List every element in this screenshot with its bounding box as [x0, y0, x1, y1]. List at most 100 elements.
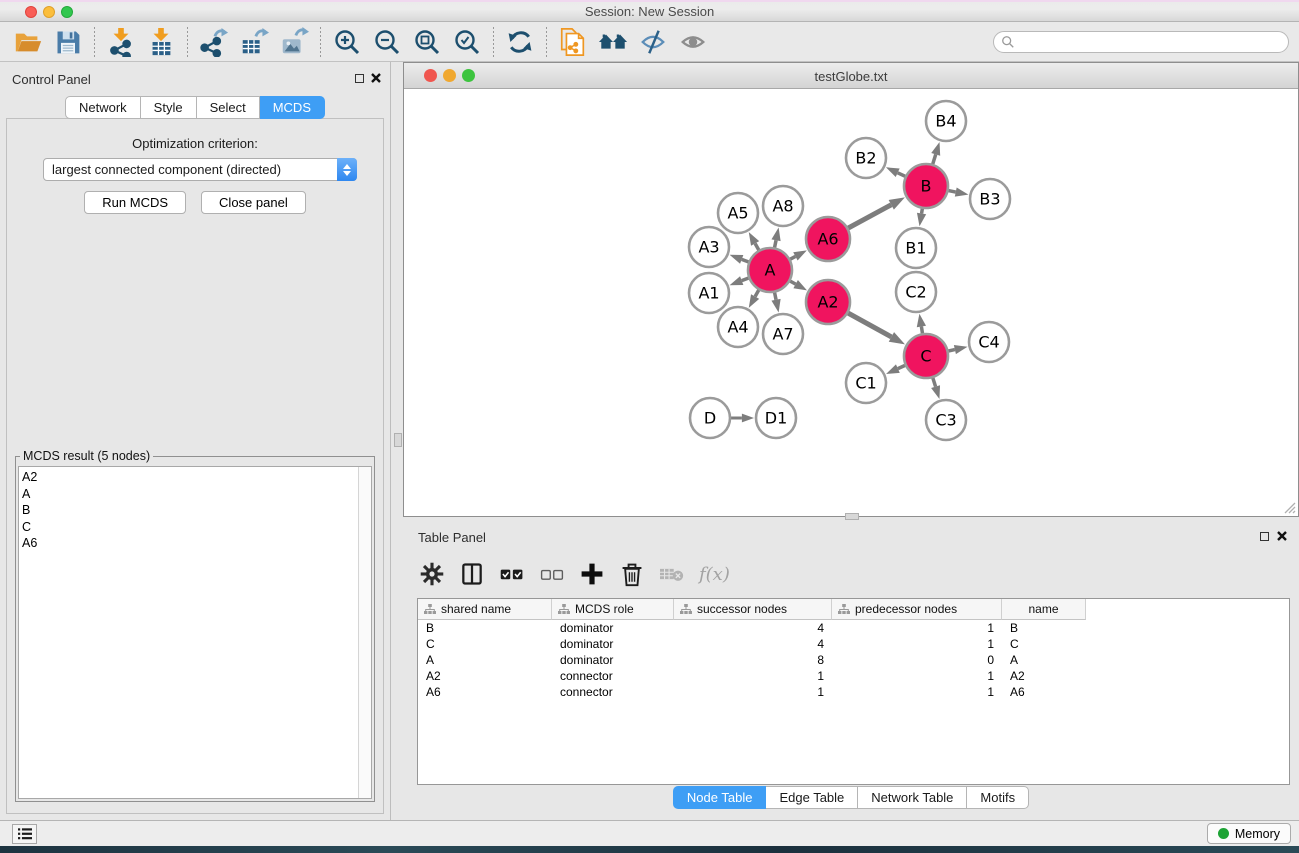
table-cell[interactable]: 1 — [674, 684, 832, 700]
table-cell[interactable]: dominator — [552, 620, 674, 636]
selected-option: largest connected component (directed) — [44, 162, 337, 177]
save-session-icon[interactable] — [48, 24, 88, 60]
tab-network[interactable]: Network — [65, 96, 141, 119]
table-cell[interactable]: A — [1002, 652, 1086, 668]
column-header-label: MCDS role — [575, 602, 634, 616]
tab-style[interactable]: Style — [141, 96, 197, 119]
split-divider-grip[interactable] — [394, 433, 402, 447]
zoom-in-icon[interactable] — [327, 24, 367, 60]
scrollbar[interactable] — [358, 467, 371, 798]
mcds-result-list[interactable]: A2ABCA6 — [18, 466, 372, 799]
run-mcds-button[interactable]: Run MCDS — [84, 191, 186, 214]
import-network-icon[interactable] — [101, 24, 141, 60]
table-cell[interactable]: 1 — [674, 668, 832, 684]
graph-node-label: A — [765, 261, 776, 280]
table-cell[interactable]: A6 — [1002, 684, 1086, 700]
table-cell[interactable]: A2 — [1002, 668, 1086, 684]
tab-mcds[interactable]: MCDS — [260, 96, 325, 119]
float-panel-icon[interactable] — [355, 74, 364, 83]
optimization-criterion-select[interactable]: largest connected component (directed) — [43, 158, 357, 181]
table-cell[interactable]: dominator — [552, 636, 674, 652]
table-cell[interactable]: A2 — [418, 668, 552, 684]
add-icon[interactable] — [577, 559, 607, 589]
show-graphics-details-icon[interactable] — [673, 24, 713, 60]
graph-node-label: A7 — [772, 325, 793, 344]
zoom-fit-icon[interactable] — [407, 24, 447, 60]
columns-icon[interactable] — [457, 559, 487, 589]
zoom-out-icon[interactable] — [367, 24, 407, 60]
list-item[interactable]: A — [22, 486, 358, 503]
deselect-all-icon[interactable] — [537, 559, 567, 589]
column-header-MCDS-role[interactable]: MCDS role — [552, 599, 674, 620]
table-cell[interactable]: C — [418, 636, 552, 652]
table-cell[interactable]: 1 — [832, 684, 1002, 700]
toolbar-separator — [493, 27, 494, 57]
memory-button[interactable]: Memory — [1207, 823, 1291, 844]
split-divider-grip[interactable] — [845, 513, 859, 520]
import-table-icon[interactable] — [141, 24, 181, 60]
table-cell[interactable]: dominator — [552, 652, 674, 668]
table-cell[interactable]: 1 — [832, 636, 1002, 652]
app-titlebar[interactable]: Session: New Session — [0, 0, 1299, 22]
column-header-successor-nodes[interactable]: successor nodes — [674, 599, 832, 620]
search-field[interactable] — [993, 31, 1289, 53]
graph-node-label: B2 — [855, 149, 876, 168]
column-header-name[interactable]: name — [1002, 599, 1086, 620]
tab-edge-table[interactable]: Edge Table — [766, 786, 858, 809]
tab-select[interactable]: Select — [197, 96, 260, 119]
network-window-titlebar[interactable]: testGlobe.txt — [404, 63, 1298, 89]
close-panel-icon[interactable] — [370, 72, 382, 84]
table-cell[interactable]: 0 — [832, 652, 1002, 668]
table-row[interactable]: Adominator80A — [418, 652, 1289, 668]
function-builder-icon: f(x) — [697, 564, 730, 585]
column-header-predecessor-nodes[interactable]: predecessor nodes — [832, 599, 1002, 620]
tab-motifs[interactable]: Motifs — [967, 786, 1029, 809]
table-cell[interactable]: connector — [552, 684, 674, 700]
home-layout-icon[interactable] — [593, 24, 633, 60]
network-canvas[interactable]: B4B2BB3A8A5A6A3B1AA1C2A2A4A7C4CC1C3DD1 — [404, 89, 1298, 516]
float-panel-icon[interactable] — [1260, 532, 1269, 541]
resize-grip-icon[interactable] — [1282, 500, 1296, 514]
gear-icon[interactable] — [417, 559, 447, 589]
table-cell[interactable]: A — [418, 652, 552, 668]
table-row[interactable]: A2connector11A2 — [418, 668, 1289, 684]
table-row[interactable]: A6connector11A6 — [418, 684, 1289, 700]
delete-icon[interactable] — [617, 559, 647, 589]
table-cell[interactable]: C — [1002, 636, 1086, 652]
open-session-icon[interactable] — [8, 24, 48, 60]
refresh-icon[interactable] — [500, 24, 540, 60]
export-network-icon[interactable] — [194, 24, 234, 60]
list-item[interactable]: A2 — [22, 469, 358, 486]
close-panel-button[interactable]: Close panel — [201, 191, 306, 214]
export-image-icon[interactable] — [274, 24, 314, 60]
table-row[interactable]: Bdominator41B — [418, 620, 1289, 636]
table-cell[interactable]: 4 — [674, 636, 832, 652]
list-item[interactable]: B — [22, 502, 358, 519]
zoom-selected-icon[interactable] — [447, 24, 487, 60]
network-from-file-icon[interactable] — [553, 24, 593, 60]
table-cell[interactable]: 8 — [674, 652, 832, 668]
select-all-icon[interactable] — [497, 559, 527, 589]
node-table[interactable]: shared name MCDS role successor nodesprede… — [417, 598, 1290, 785]
close-panel-icon[interactable] — [1276, 530, 1288, 542]
table-cell[interactable]: connector — [552, 668, 674, 684]
list-item[interactable]: C — [22, 519, 358, 536]
task-history-button[interactable] — [12, 824, 37, 844]
tab-node-table[interactable]: Node Table — [673, 786, 767, 809]
export-table-icon[interactable] — [234, 24, 274, 60]
table-cell[interactable]: B — [1002, 620, 1086, 636]
table-cell[interactable]: A6 — [418, 684, 552, 700]
table-row[interactable]: Cdominator41C — [418, 636, 1289, 652]
table-cell[interactable]: 1 — [832, 620, 1002, 636]
table-cell[interactable]: 4 — [674, 620, 832, 636]
search-input[interactable] — [1015, 33, 1288, 51]
table-cell[interactable]: 1 — [832, 668, 1002, 684]
edge-arrowhead — [749, 294, 759, 308]
hide-graphics-details-icon[interactable] — [633, 24, 673, 60]
attribute-icon — [680, 604, 692, 615]
graph-node-label: B — [921, 177, 932, 196]
column-header-shared-name[interactable]: shared name — [418, 599, 552, 620]
tab-network-table[interactable]: Network Table — [858, 786, 967, 809]
table-cell[interactable]: B — [418, 620, 552, 636]
list-item[interactable]: A6 — [22, 535, 358, 552]
